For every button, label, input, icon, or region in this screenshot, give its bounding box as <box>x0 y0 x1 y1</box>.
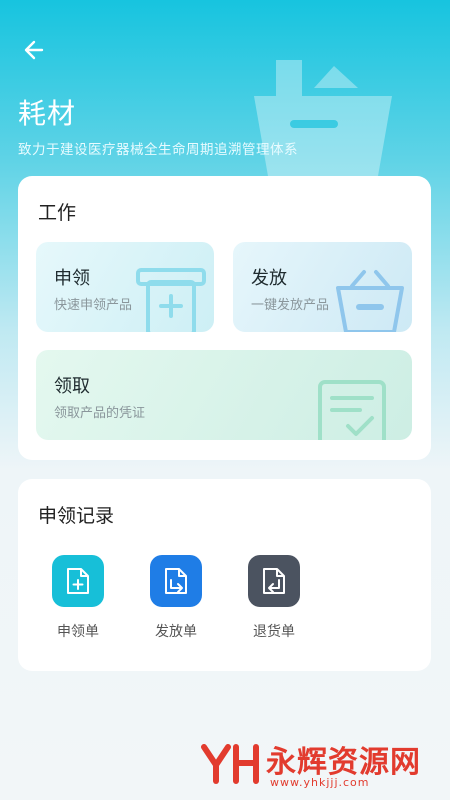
receipt-printer-icon <box>136 268 206 332</box>
apply-form-icon-tile <box>52 555 104 607</box>
apply-tile[interactable]: 申领 快速申领产品 <box>36 242 214 332</box>
issue-tile[interactable]: 发放 一键发放产品 <box>233 242 412 332</box>
issue-tile-title: 发放 <box>251 268 287 289</box>
file-export-icon <box>165 568 187 594</box>
apply-form-button[interactable]: 申领单 <box>38 555 118 641</box>
records-card: 申领记录 申领单 发放单 退货单 <box>18 479 431 671</box>
apply-tile-subtitle: 快速申领产品 <box>54 298 133 313</box>
apply-tile-title: 申领 <box>54 268 90 289</box>
watermark-url: www.yhkjjj.com <box>270 776 370 789</box>
arrow-left-icon <box>24 40 44 60</box>
page-title: 耗材 <box>18 97 77 130</box>
work-card: 工作 申领 快速申领产品 发放 一键发放产品 领取 领取产品的凭证 <box>18 176 431 460</box>
issue-form-icon-tile <box>150 555 202 607</box>
receive-tile-subtitle: 领取产品的凭证 <box>54 406 146 421</box>
file-add-icon <box>67 568 89 594</box>
issue-form-label: 发放单 <box>155 624 197 640</box>
issue-tile-subtitle: 一键发放产品 <box>251 298 330 313</box>
work-section-title: 工作 <box>38 202 77 224</box>
return-form-icon-tile <box>248 555 300 607</box>
return-form-button[interactable]: 退货单 <box>234 555 314 641</box>
basket-illustration-icon <box>254 60 392 176</box>
receive-tile[interactable]: 领取 领取产品的凭证 <box>36 350 412 440</box>
watermark: 永辉资源网 www.yhkjjj.com <box>198 738 438 789</box>
page-subtitle: 致力于建设医疗器械全生命周期追溯管理体系 <box>18 142 298 158</box>
watermark-logo-icon <box>201 744 259 784</box>
records-section-title: 申领记录 <box>38 505 115 527</box>
receive-tile-title: 领取 <box>54 376 90 397</box>
return-form-label: 退货单 <box>253 624 295 640</box>
apply-form-label: 申领单 <box>57 624 99 640</box>
watermark-text: 永辉资源网 <box>266 745 421 780</box>
basket-icon <box>336 270 404 332</box>
back-button[interactable] <box>18 34 50 66</box>
issue-form-button[interactable]: 发放单 <box>136 555 216 641</box>
file-return-icon <box>263 568 285 594</box>
form-check-icon <box>318 380 386 440</box>
